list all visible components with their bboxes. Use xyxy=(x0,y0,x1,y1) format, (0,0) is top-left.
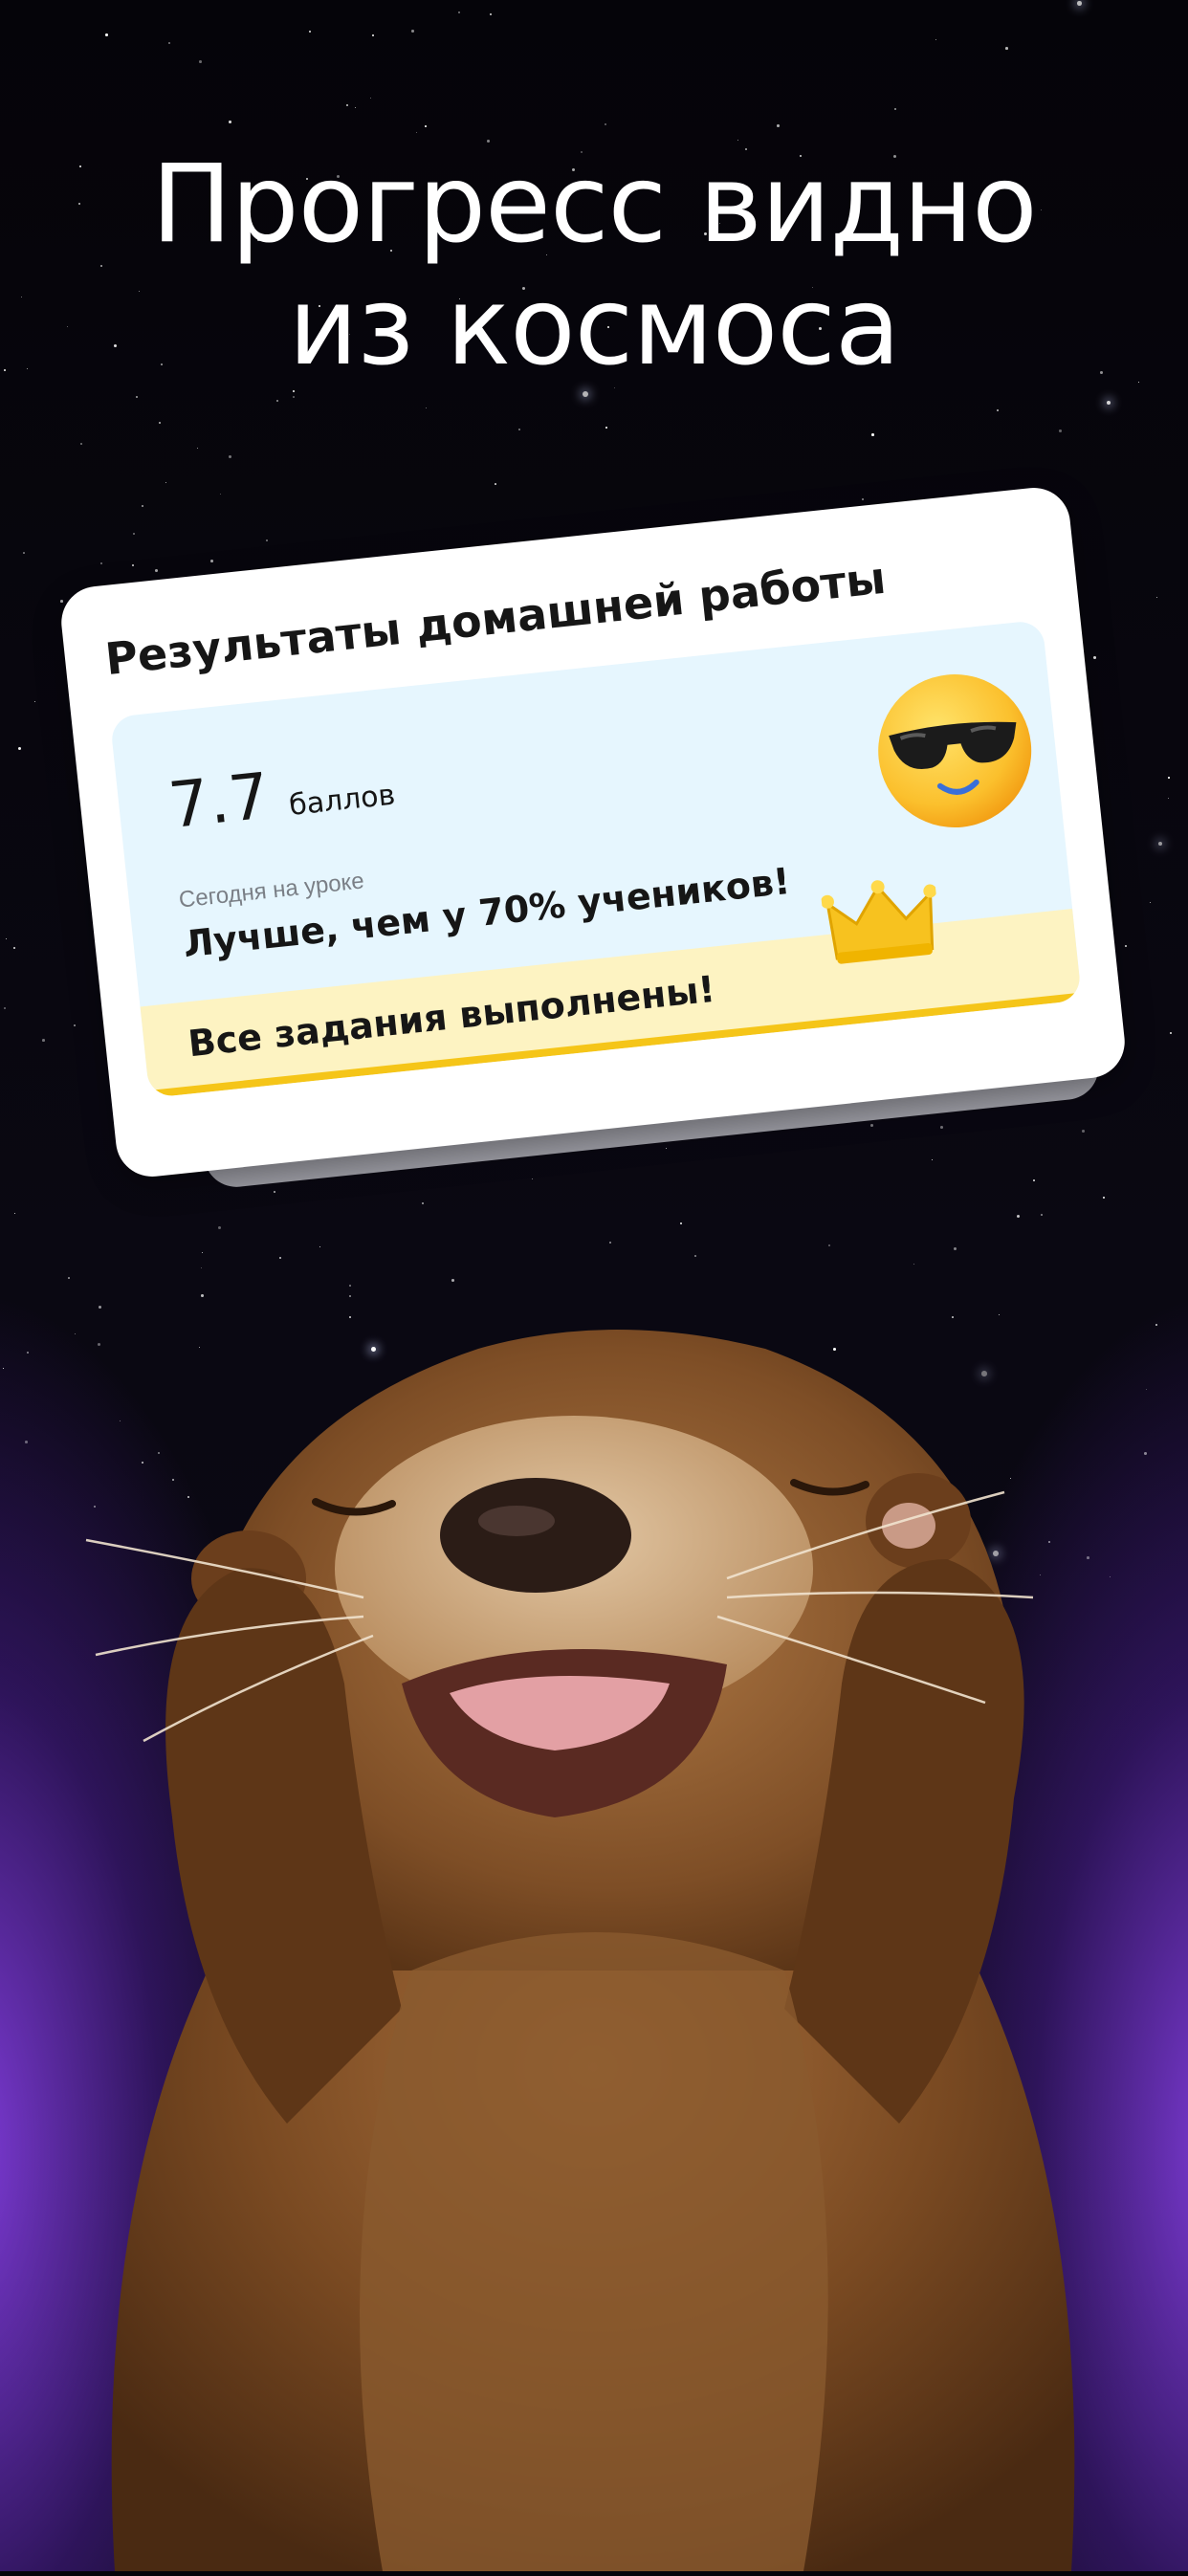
star xyxy=(1077,1,1082,6)
star xyxy=(229,455,231,458)
star xyxy=(894,108,896,110)
star xyxy=(210,560,213,562)
star xyxy=(532,1178,533,1179)
star xyxy=(155,569,158,572)
score-unit: баллов xyxy=(287,778,397,823)
star xyxy=(777,124,780,127)
star xyxy=(293,396,295,398)
star xyxy=(266,539,268,541)
star xyxy=(871,433,874,436)
cool-sunglasses-emoji-icon xyxy=(866,662,1045,846)
star xyxy=(68,1277,70,1279)
otter-photo xyxy=(0,1282,1188,2571)
star xyxy=(495,483,496,485)
star xyxy=(862,498,864,500)
star xyxy=(309,31,311,33)
star xyxy=(518,429,520,430)
star xyxy=(1168,777,1170,779)
star xyxy=(13,947,15,949)
star xyxy=(828,1244,830,1246)
page-title-line-1: Прогресс видно xyxy=(151,143,1037,267)
page-title: Прогресс видно из космоса xyxy=(0,143,1188,388)
star xyxy=(274,1191,275,1193)
star xyxy=(133,533,135,535)
score-row: 7.7 баллов xyxy=(165,746,398,843)
score-panel: 7.7 баллов Сегодня на уроке Лучше, чем у … xyxy=(109,619,1083,1098)
crown-icon xyxy=(820,873,943,976)
star xyxy=(199,60,202,63)
star xyxy=(940,1126,943,1129)
star xyxy=(425,125,427,127)
star xyxy=(737,140,738,141)
star xyxy=(1005,47,1008,50)
star xyxy=(605,427,607,429)
star xyxy=(23,552,25,554)
star xyxy=(458,11,460,13)
star xyxy=(229,121,231,123)
star xyxy=(1059,429,1062,432)
star xyxy=(42,1039,45,1042)
star xyxy=(954,1247,957,1250)
star xyxy=(1041,1214,1043,1216)
star xyxy=(1033,1179,1035,1181)
star xyxy=(1125,945,1127,947)
homework-results-card-group: Результаты домашней работы 7.7 баллов Сег… xyxy=(57,484,1129,1191)
star xyxy=(4,1007,6,1009)
star xyxy=(1093,656,1096,659)
star xyxy=(411,30,414,33)
star xyxy=(1082,1130,1085,1133)
score-value: 7.7 xyxy=(165,759,274,843)
all-tasks-done-text: Все задания выполнены! xyxy=(186,967,717,1066)
page-title-line-2: из космоса xyxy=(288,265,901,389)
star xyxy=(870,1124,873,1127)
star xyxy=(105,33,108,36)
homework-results-card: Результаты домашней работы 7.7 баллов Сег… xyxy=(57,484,1129,1180)
